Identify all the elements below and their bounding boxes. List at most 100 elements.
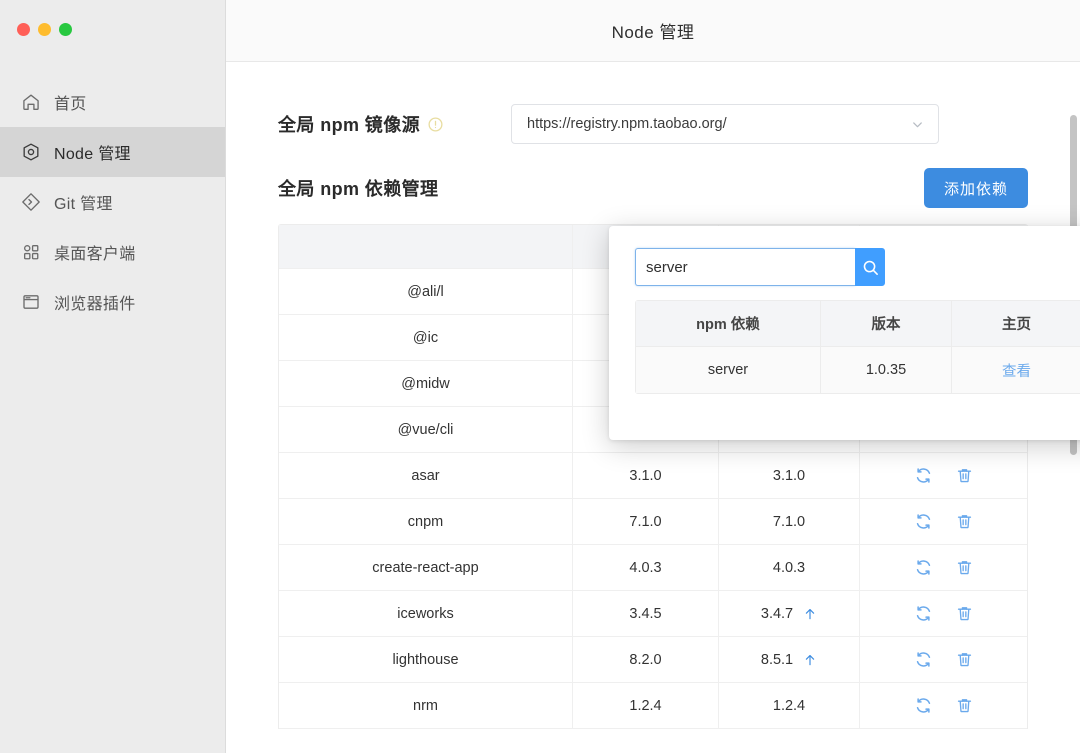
mirror-source-value: https://registry.npm.taobao.org/ xyxy=(527,116,727,132)
column-header-version: 版本 xyxy=(821,301,952,346)
maximize-button[interactable] xyxy=(59,23,72,36)
table-row[interactable]: lighthouse 8.2.0 8.5.1 xyxy=(279,637,1027,683)
cell-package-name: iceworks xyxy=(397,605,454,622)
chevron-down-icon xyxy=(910,117,925,132)
page-header: Node 管理 xyxy=(226,0,1080,62)
trash-icon[interactable] xyxy=(955,466,974,485)
sidebar-item-git[interactable]: Git 管理 xyxy=(0,177,225,227)
refresh-icon[interactable] xyxy=(914,558,933,577)
refresh-icon[interactable] xyxy=(914,604,933,623)
cell-latest-version: 1.2.4 xyxy=(718,683,860,728)
trash-icon[interactable] xyxy=(955,512,974,531)
add-dependency-dialog: npm 依赖 版本 主页 server 1.0.35 查看 安装 xyxy=(609,226,1080,440)
browser-window-icon xyxy=(21,292,41,312)
cell-actions xyxy=(860,545,1027,590)
arrow-up-icon xyxy=(803,652,817,668)
result-package-name: server xyxy=(636,347,821,393)
search-icon xyxy=(861,258,880,277)
sidebar-item-label: 浏览器插件 xyxy=(54,296,136,313)
refresh-icon[interactable] xyxy=(914,466,933,485)
trash-icon[interactable] xyxy=(955,696,974,715)
latest-version-text: 3.4.7 xyxy=(760,605,794,622)
home-icon xyxy=(21,92,41,112)
mirror-source-label-group: 全局 npm 镜像源 xyxy=(278,111,444,137)
trash-icon[interactable] xyxy=(955,650,974,669)
main-panel: Node 管理 全局 npm 镜像源 https://registry.npm.… xyxy=(226,0,1080,753)
result-version: 1.0.35 xyxy=(821,347,952,393)
sidebar-item-home[interactable]: 首页 xyxy=(0,77,225,127)
mirror-source-label: 全局 npm 镜像源 xyxy=(278,115,420,135)
cell-current-version: 4.0.3 xyxy=(572,545,718,590)
cell-current-version: 8.2.0 xyxy=(572,637,718,682)
page-title: Node 管理 xyxy=(611,23,695,42)
cell-package-name: cnpm xyxy=(407,513,444,530)
search-result-row[interactable]: server 1.0.35 查看 安装 xyxy=(636,347,1080,393)
result-homepage-link[interactable]: 查看 xyxy=(1002,360,1031,381)
column-header-homepage: 主页 xyxy=(952,301,1080,346)
latest-version-text: 4.0.3 xyxy=(772,559,806,576)
search-input[interactable] xyxy=(635,248,855,286)
close-button[interactable] xyxy=(17,23,30,36)
table-row[interactable]: iceworks 3.4.5 3.4.7 xyxy=(279,591,1027,637)
table-row[interactable]: cnpm 7.1.0 7.1.0 xyxy=(279,499,1027,545)
window-controls xyxy=(0,0,225,44)
mirror-source-select[interactable]: https://registry.npm.taobao.org/ xyxy=(511,104,939,144)
cell-latest-version: 3.1.0 xyxy=(718,453,860,498)
cell-actions xyxy=(860,683,1027,728)
latest-version-text: 1.2.4 xyxy=(772,697,806,714)
deps-header-row: 全局 npm 依赖管理 添加依赖 xyxy=(278,166,1028,210)
cell-current-version: 3.4.5 xyxy=(572,591,718,636)
arrow-up-icon xyxy=(803,606,817,622)
cell-package-name: @vue/cli xyxy=(397,421,454,438)
sidebar-item-label: 首页 xyxy=(54,96,87,113)
cell-current-version: 1.2.4 xyxy=(572,683,718,728)
search-button[interactable] xyxy=(855,248,885,286)
sidebar-item-label: Git 管理 xyxy=(54,196,113,213)
minimize-button[interactable] xyxy=(38,23,51,36)
cell-latest-version: 7.1.0 xyxy=(718,499,860,544)
sidebar-item-label: 桌面客户端 xyxy=(54,246,136,263)
cell-package-name: @ali/l xyxy=(407,283,444,300)
deps-section-title: 全局 npm 依赖管理 xyxy=(278,179,439,199)
cell-latest-version: 4.0.3 xyxy=(718,545,860,590)
refresh-icon[interactable] xyxy=(914,512,933,531)
mirror-source-row: 全局 npm 镜像源 https://registry.npm.taobao.o… xyxy=(278,94,1028,154)
refresh-icon[interactable] xyxy=(914,696,933,715)
add-dependency-button[interactable]: 添加依赖 xyxy=(923,168,1028,208)
table-row[interactable]: create-react-app 4.0.3 4.0.3 xyxy=(279,545,1027,591)
latest-version-text: 7.1.0 xyxy=(772,513,806,530)
latest-version-text: 3.1.0 xyxy=(772,467,806,484)
cell-package-name: nrm xyxy=(413,697,438,714)
column-header-package: npm 依赖 xyxy=(636,301,821,346)
git-icon xyxy=(21,192,41,212)
column-header-name xyxy=(279,225,572,268)
refresh-icon[interactable] xyxy=(914,650,933,669)
app-window: 首页 Node 管理 Git 管理 桌面客户端 浏览器插件 Node 管理 全局… xyxy=(0,0,1080,753)
table-row[interactable]: nrm 1.2.4 1.2.4 xyxy=(279,683,1027,729)
trash-icon[interactable] xyxy=(955,604,974,623)
search-results-header: npm 依赖 版本 主页 xyxy=(636,301,1080,347)
cell-actions xyxy=(860,591,1027,636)
trash-icon[interactable] xyxy=(955,558,974,577)
search-results-table: npm 依赖 版本 主页 server 1.0.35 查看 安装 xyxy=(635,300,1080,394)
hexagon-node-icon xyxy=(21,142,41,162)
cell-current-version: 3.1.0 xyxy=(572,453,718,498)
cell-actions xyxy=(860,637,1027,682)
cell-current-version: 7.1.0 xyxy=(572,499,718,544)
sidebar-item-desktop-client[interactable]: 桌面客户端 xyxy=(0,227,225,277)
search-row xyxy=(635,248,885,286)
cell-package-name: lighthouse xyxy=(392,651,459,668)
grid-apps-icon xyxy=(21,242,41,262)
cell-package-name: @ic xyxy=(412,329,439,346)
sidebar: 首页 Node 管理 Git 管理 桌面客户端 浏览器插件 xyxy=(0,0,226,753)
latest-version-text: 8.5.1 xyxy=(760,651,794,668)
cell-package-name: asar xyxy=(411,467,440,484)
cell-actions xyxy=(860,499,1027,544)
sidebar-item-browser-extension[interactable]: 浏览器插件 xyxy=(0,277,225,327)
cell-package-name: @midw xyxy=(401,375,450,392)
info-warning-icon[interactable] xyxy=(427,116,444,133)
sidebar-nav: 首页 Node 管理 Git 管理 桌面客户端 浏览器插件 xyxy=(0,77,225,327)
sidebar-item-node[interactable]: Node 管理 xyxy=(0,127,225,177)
table-row[interactable]: asar 3.1.0 3.1.0 xyxy=(279,453,1027,499)
cell-latest-version: 8.5.1 xyxy=(718,637,860,682)
